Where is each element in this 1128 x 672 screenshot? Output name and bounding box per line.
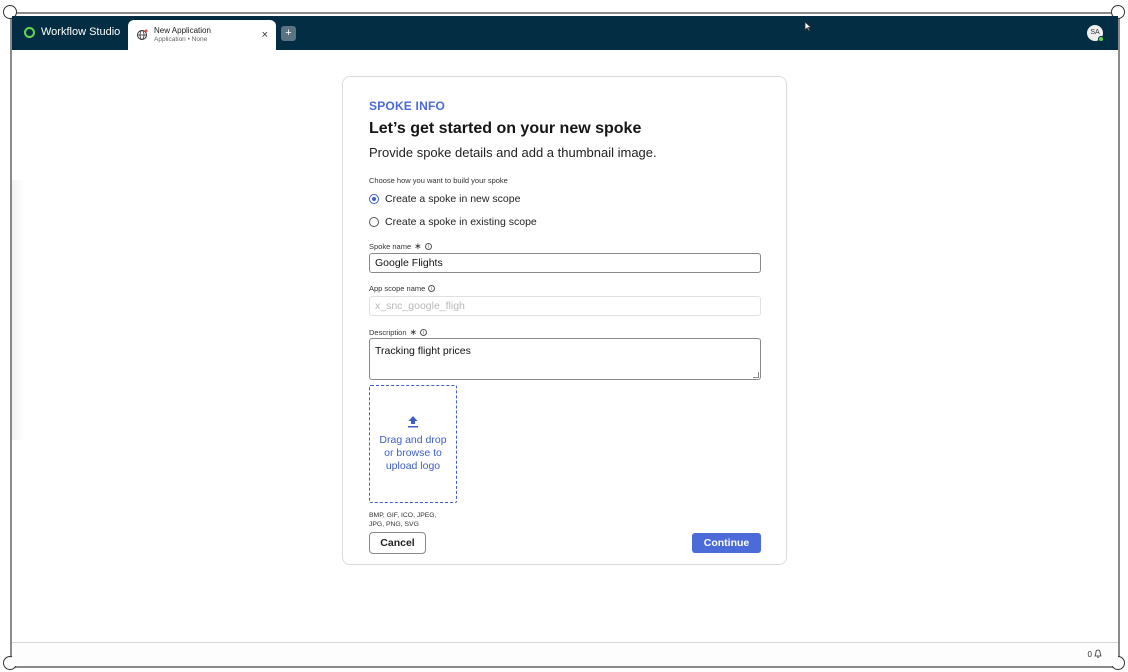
radio-new-scope-label: Create a spoke in new scope [385, 193, 521, 205]
textarea-resize-handle[interactable] [753, 372, 759, 378]
continue-button[interactable]: Continue [692, 533, 761, 553]
radio-existing-scope-label: Create a spoke in existing scope [385, 216, 537, 228]
upload-icon [407, 415, 419, 430]
close-icon[interactable]: × [262, 29, 268, 41]
tab-title: New Application [154, 26, 211, 35]
upload-line-3: upload logo [385, 460, 441, 472]
radio-existing-scope[interactable]: Create a spoke in existing scope [369, 216, 537, 228]
app-scope-label-text: App scope name [369, 284, 426, 293]
tab-subtitle: Application • None [154, 36, 208, 43]
globe-icon [136, 29, 148, 41]
app-scope-label: App scope name i [369, 284, 436, 293]
bell-icon [1094, 649, 1102, 660]
brand-label: Workflow Studio [41, 26, 121, 38]
spoke-name-label: Spoke name ∗ i [369, 241, 432, 252]
radio-new-scope[interactable]: Create a spoke in new scope [369, 193, 520, 205]
description-label-text: Description [369, 328, 407, 337]
info-icon[interactable]: i [420, 329, 428, 336]
supported-formats: BMP, GIF, ICO, JPEG, JPG, PNG, SVG [369, 512, 437, 528]
info-icon[interactable]: i [428, 285, 436, 292]
screen: Workflow Studio New Application Applicat… [0, 0, 1128, 672]
online-status-dot [1098, 36, 1104, 42]
build-method-label: Choose how you want to build your spoke [369, 176, 508, 185]
cursor-icon [804, 21, 813, 32]
tab-new-application[interactable]: New Application Application • None × [128, 20, 276, 50]
logo-upload-dropzone[interactable]: Drag and drop or browse to upload logo [369, 385, 457, 503]
page-subtitle: Provide spoke details and add a thumbnai… [369, 145, 657, 160]
add-tab-button[interactable]: + [281, 26, 296, 41]
spoke-name-label-text: Spoke name [369, 242, 412, 251]
info-icon[interactable]: i [424, 243, 432, 250]
cancel-button[interactable]: Cancel [369, 532, 426, 554]
build-method-label-text: Choose how you want to build your spoke [369, 176, 508, 185]
required-mark: ∗ [409, 327, 418, 337]
notification-status[interactable]: 0 [1088, 649, 1102, 660]
avatar[interactable]: SA [1087, 25, 1104, 42]
radio-new-scope-control[interactable] [369, 194, 379, 204]
spoke-info-card: SPOKE INFO Let’s get started on your new… [342, 76, 787, 565]
page-title: Let’s get started on your new spoke [369, 120, 642, 137]
top-navigation-bar: Workflow Studio New Application Applicat… [12, 16, 1118, 50]
notification-count: 0 [1087, 650, 1092, 659]
tab-text: New Application Application • None [154, 26, 262, 44]
upload-line-1: Drag and drop [379, 434, 447, 446]
brand[interactable]: Workflow Studio [24, 26, 120, 38]
upload-line-2: or browse to [384, 447, 442, 459]
side-panel-shadow [12, 180, 24, 440]
workflow-studio-logo-icon [24, 26, 35, 38]
description-value: Tracking flight prices [375, 345, 471, 357]
status-footer: 0 [12, 642, 1118, 666]
spoke-name-input[interactable]: Google Flights [369, 253, 761, 273]
app-scope-input: x_snc_google_fligh [369, 296, 761, 316]
required-mark: ∗ [414, 241, 422, 251]
description-textarea[interactable]: Tracking flight prices [369, 338, 761, 380]
card-eyebrow: SPOKE INFO [369, 99, 446, 113]
avatar-initials: SA [1090, 29, 1100, 36]
radio-existing-scope-control[interactable] [369, 217, 379, 227]
description-label: Description ∗ i [369, 327, 428, 338]
